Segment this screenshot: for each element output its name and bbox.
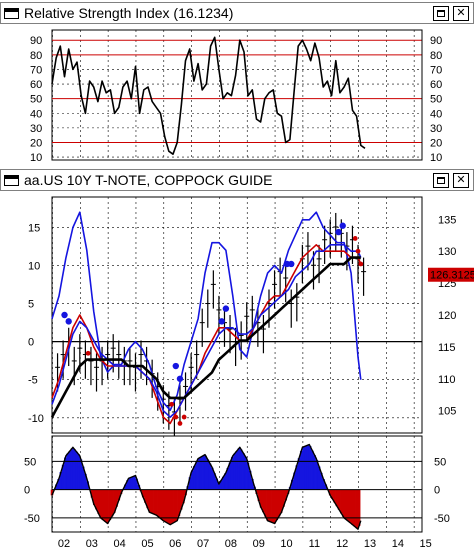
main-left-tick-label: -5 <box>28 375 38 387</box>
x-axis-year-label: 08 <box>225 538 237 550</box>
main-left-tick-label: -10 <box>28 413 44 425</box>
x-axis-year-label: 03 <box>86 538 98 550</box>
rsi-plot-area <box>51 29 423 161</box>
signal-dot-red <box>177 421 183 426</box>
signal-dot-blue <box>65 318 72 325</box>
rsi-y-tick-label-right: 20 <box>430 137 442 149</box>
signal-dot-blue <box>218 318 225 325</box>
main-right-tick-label: 115 <box>438 342 456 354</box>
rsi-y-tick-label-right: 90 <box>430 35 442 47</box>
rsi-y-tick-label-left: 60 <box>30 79 42 91</box>
rsi-y-tick-label-left: 80 <box>30 50 42 62</box>
rsi-y-tick-label-left: 40 <box>30 108 42 120</box>
x-axis-year-label: 13 <box>364 538 376 550</box>
chart-canvas[interactable]: 10 1020 2030 3040 4050 5060 6070 7080 8090 90-10-… <box>0 0 474 550</box>
rsi-y-tick-label-left: 50 <box>30 94 42 106</box>
signal-dot-blue <box>222 305 230 312</box>
x-axis-year-label: 09 <box>253 538 265 550</box>
signal-dot-red <box>173 414 179 420</box>
signal-dot-blue <box>335 228 342 236</box>
signal-dot-red <box>352 236 358 241</box>
signal-dot-blue <box>339 222 346 229</box>
signal-dot-red <box>181 414 187 420</box>
coppock-y-tick-label-right: -50 <box>434 513 450 525</box>
main-left-tick-label: 0 <box>28 337 34 349</box>
x-axis-year-label: 02 <box>58 538 70 550</box>
rsi-y-tick-label-right: 70 <box>430 64 442 76</box>
main-right-tick-label: 110 <box>438 374 456 386</box>
signal-dot-red <box>169 401 175 407</box>
main-left-tick-label: 10 <box>28 261 40 273</box>
coppock-y-tick-label-right: 0 <box>434 485 440 497</box>
x-axis-year-label: 11 <box>309 538 320 550</box>
rsi-y-tick-label-left: 70 <box>30 64 42 76</box>
coppock-y-tick-label-right: 50 <box>434 456 446 468</box>
x-axis-year-label: 04 <box>114 538 126 550</box>
rsi-y-tick-label-right: 30 <box>430 123 442 135</box>
main-left-tick-label: 15 <box>28 222 40 234</box>
rsi-y-tick-label-right: 10 <box>430 152 442 164</box>
signal-dot-blue <box>61 311 68 319</box>
signal-dot-blue <box>172 362 179 370</box>
x-axis-year-label: 06 <box>169 538 181 550</box>
signal-dot-red <box>355 248 361 254</box>
rsi-y-tick-label-left: 30 <box>30 123 42 135</box>
main-right-tick-label: 120 <box>438 310 456 322</box>
main-plot-area <box>51 196 423 434</box>
rsi-y-tick-label-left: 20 <box>30 137 42 149</box>
x-axis-year-label: 15 <box>420 538 432 550</box>
x-axis-year-label: 05 <box>141 538 153 550</box>
signal-dot-red <box>85 350 91 356</box>
coppock-y-tick-label-left: 50 <box>24 456 36 468</box>
rsi-y-tick-label-right: 60 <box>430 79 442 91</box>
coppock-y-tick-label-left: -50 <box>24 513 40 525</box>
signal-dot-blue <box>288 260 295 268</box>
main-right-tick-label: 130 <box>438 246 456 258</box>
x-axis-year-label: 14 <box>392 538 404 550</box>
price-tag-label: 126.3125 <box>430 270 474 282</box>
main-right-tick-label: 105 <box>438 406 456 418</box>
main-right-tick-label: 135 <box>438 214 456 226</box>
rsi-y-tick-label-right: 50 <box>430 94 442 106</box>
signal-dot-blue <box>176 375 184 382</box>
signal-dot-red <box>358 261 364 267</box>
x-axis-year-label: 07 <box>197 538 209 550</box>
x-axis-year-label: 10 <box>280 538 292 550</box>
rsi-y-tick-label-left: 10 <box>30 152 42 164</box>
rsi-y-tick-label-left: 90 <box>30 35 42 47</box>
x-axis-year-label: 12 <box>336 538 348 550</box>
main-left-tick-label: 5 <box>28 299 34 311</box>
rsi-y-tick-label-right: 80 <box>430 50 442 62</box>
rsi-y-tick-label-right: 40 <box>430 108 442 120</box>
coppock-y-tick-label-left: 0 <box>24 485 30 497</box>
